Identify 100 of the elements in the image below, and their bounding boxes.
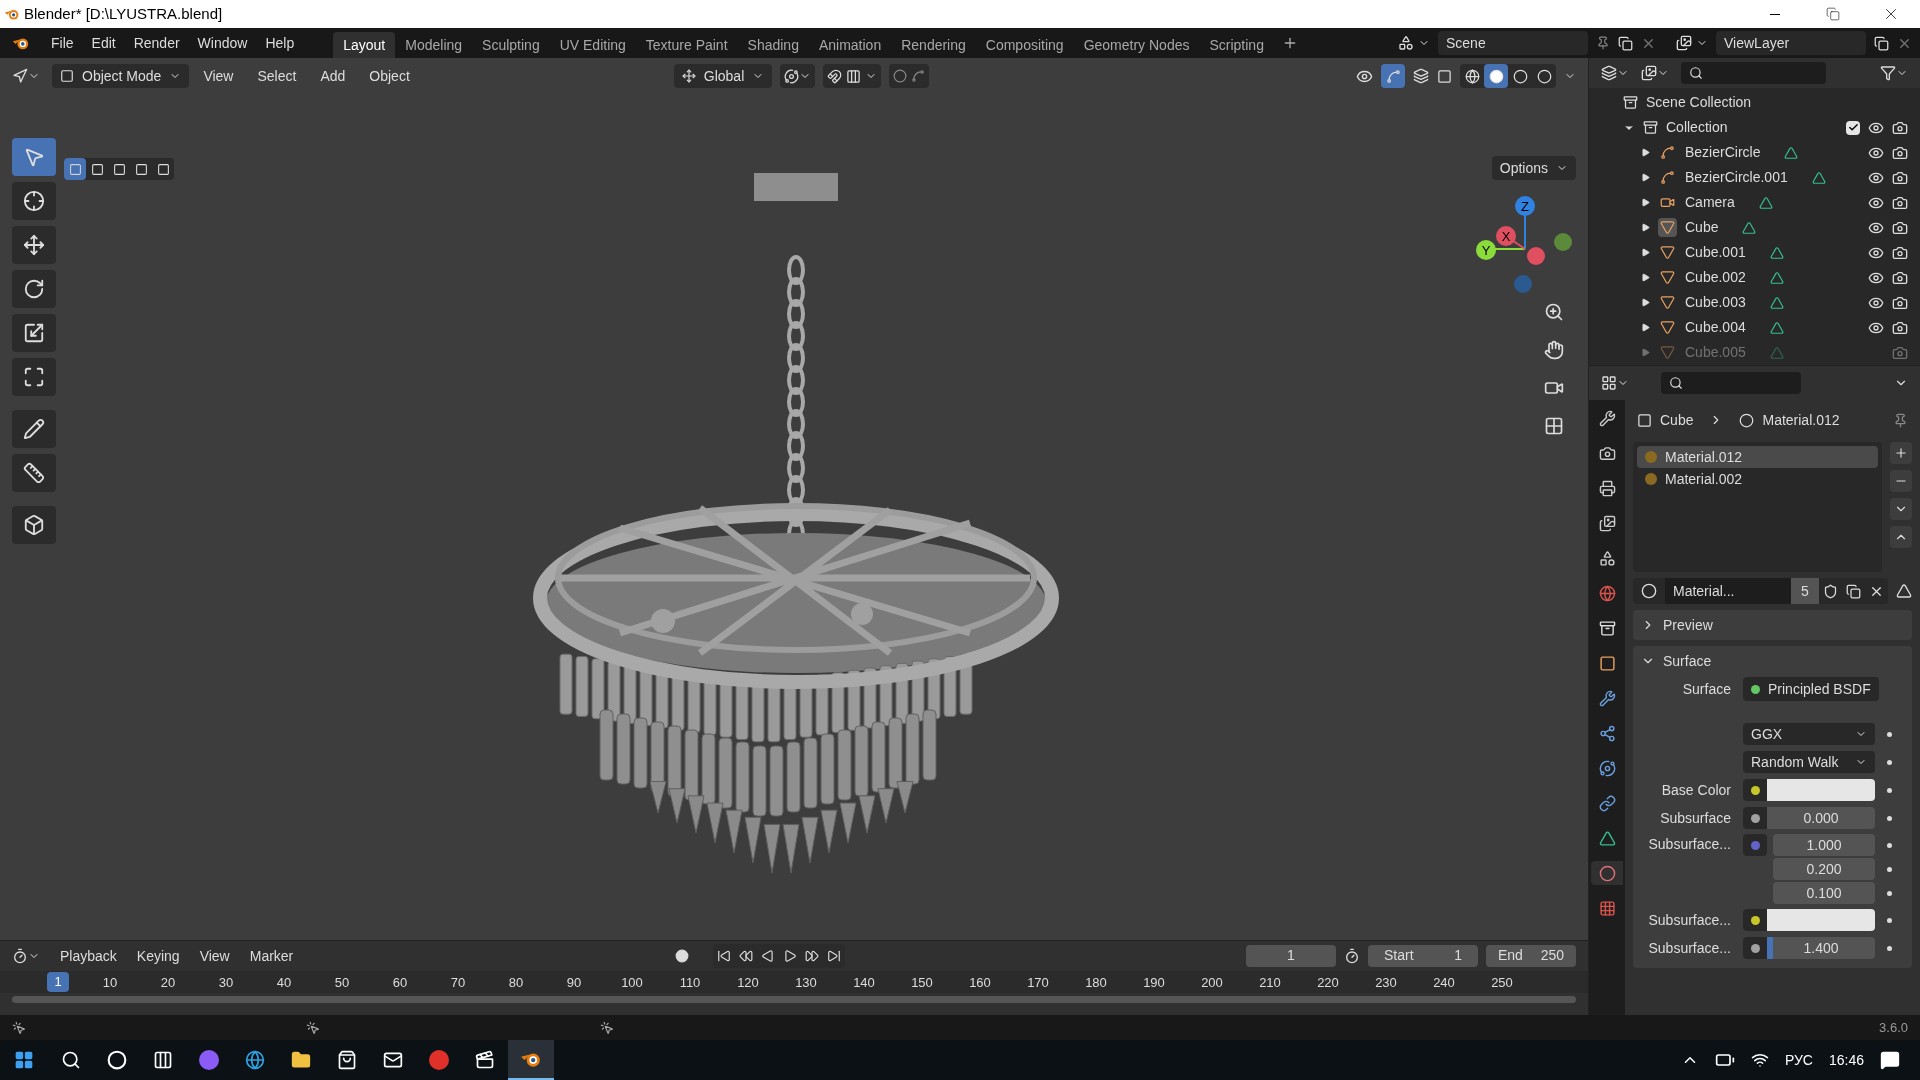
tool-button[interactable] xyxy=(12,226,56,264)
folder-icon[interactable] xyxy=(291,1050,311,1070)
camera-icon[interactable] xyxy=(1892,244,1908,261)
pivot-icon[interactable] xyxy=(784,68,800,84)
workspace-tab[interactable]: Sculpting xyxy=(472,32,550,58)
filter-layers-icon[interactable] xyxy=(1641,65,1657,81)
tool-button[interactable] xyxy=(12,410,56,448)
checkbox[interactable] xyxy=(1846,120,1860,135)
overlay-icon[interactable] xyxy=(1413,68,1429,84)
camera-icon[interactable] xyxy=(1892,269,1908,286)
browser-app-icon[interactable] xyxy=(245,1050,265,1070)
expand-arrow-icon[interactable] xyxy=(1641,298,1650,307)
snap-target-icon[interactable] xyxy=(846,68,862,84)
pin-icon[interactable] xyxy=(1893,412,1908,428)
workspace-tab[interactable]: Rendering xyxy=(891,32,976,58)
round-app-icon[interactable] xyxy=(429,1050,449,1070)
expand-arrow-icon[interactable] xyxy=(1641,273,1650,282)
tree-item[interactable]: Cube.001 xyxy=(1685,242,1746,263)
material-browse-icon[interactable] xyxy=(1641,583,1657,599)
view-layer-icon[interactable] xyxy=(1676,35,1692,51)
panel-header[interactable]: Preview xyxy=(1633,610,1912,640)
move-up-button[interactable] xyxy=(1890,526,1912,548)
camera-icon[interactable] xyxy=(1892,194,1908,211)
expand-arrow-icon[interactable] xyxy=(1641,248,1650,257)
camera-icon[interactable] xyxy=(1892,319,1908,336)
menu-item[interactable]: View xyxy=(193,64,244,88)
proportional-edit-icon[interactable] xyxy=(893,69,908,83)
xray-icon[interactable] xyxy=(1437,68,1452,84)
workspace-tab[interactable]: Compositing xyxy=(975,32,1074,58)
snap-icon[interactable] xyxy=(827,68,843,84)
timeline-scrollbar[interactable] xyxy=(12,996,1576,1003)
menu-item[interactable]: Playback xyxy=(52,944,125,968)
workspace-tab[interactable]: Layout xyxy=(333,32,396,58)
task-view-icon[interactable] xyxy=(153,1050,173,1070)
menu-item[interactable]: Add xyxy=(310,64,356,88)
editor-type-icon[interactable] xyxy=(12,68,28,84)
tree-item[interactable]: Camera xyxy=(1685,192,1735,213)
zoom-icon[interactable] xyxy=(1544,302,1564,322)
tree-item[interactable]: Cube xyxy=(1685,217,1719,238)
tree-item[interactable]: Cube.003 xyxy=(1685,292,1746,313)
search-field[interactable] xyxy=(1661,372,1801,394)
tool-button[interactable] xyxy=(12,182,56,220)
pin-icon[interactable] xyxy=(1596,36,1610,50)
material-name-field[interactable]: Material... xyxy=(1665,578,1791,604)
language-indicator[interactable]: РУС xyxy=(1784,1049,1813,1071)
hand-icon[interactable] xyxy=(1544,340,1564,360)
workspace-tab[interactable]: Geometry Nodes xyxy=(1073,32,1200,58)
mode-dropdown[interactable]: Object Mode xyxy=(52,64,190,88)
falloff-icon[interactable] xyxy=(911,69,926,83)
camera-icon[interactable] xyxy=(1892,294,1908,311)
tree-item[interactable]: Scene Collection xyxy=(1646,92,1752,113)
cortana-icon[interactable] xyxy=(107,1050,127,1070)
current-frame-field[interactable]: 1 xyxy=(1246,945,1336,967)
assistant-app-icon[interactable] xyxy=(199,1050,219,1070)
tool-button[interactable] xyxy=(12,270,56,308)
camera-icon[interactable] xyxy=(1892,219,1908,236)
camera-icon[interactable] xyxy=(1892,144,1908,161)
axis-gizmo[interactable]: Z X Y xyxy=(1470,194,1580,304)
tool-button[interactable] xyxy=(12,314,56,352)
play-reverse-icon[interactable] xyxy=(761,949,776,963)
duplicate-icon[interactable] xyxy=(1618,35,1633,51)
tool-button[interactable] xyxy=(12,454,56,492)
jump-end-icon[interactable] xyxy=(827,949,842,963)
duplicate-icon[interactable] xyxy=(1874,35,1889,51)
active-taskbar-button[interactable] xyxy=(508,1040,554,1080)
view-layer-field[interactable]: ViewLayer xyxy=(1716,31,1866,55)
tree-item[interactable]: Cube.002 xyxy=(1685,267,1746,288)
options-dropdown[interactable]: Options xyxy=(1491,156,1576,180)
expand-arrow-icon[interactable] xyxy=(1641,223,1650,232)
gizmo-toggle[interactable] xyxy=(1381,64,1405,88)
timer-icon[interactable] xyxy=(1344,948,1360,964)
number-field[interactable]: 0.200 xyxy=(1773,858,1875,880)
notification-icon[interactable] xyxy=(1880,1050,1900,1070)
color-swatch[interactable] xyxy=(1767,909,1875,931)
user-count[interactable]: 5 xyxy=(1791,578,1819,604)
menu-item[interactable]: Marker xyxy=(241,944,302,968)
menu-item[interactable]: Edit xyxy=(82,28,125,58)
menu-item[interactable]: Select xyxy=(247,64,307,88)
remove-slot-button[interactable] xyxy=(1890,470,1912,492)
menu-item[interactable]: Keying xyxy=(128,944,188,968)
menu-item[interactable]: View xyxy=(191,944,238,968)
tree-item[interactable]: BezierCircle.001 xyxy=(1685,167,1788,188)
dropdown[interactable]: Random Walk xyxy=(1743,751,1875,773)
display-mode-icon[interactable] xyxy=(1601,65,1617,81)
slot-menu-button[interactable] xyxy=(1890,498,1912,520)
search-field[interactable] xyxy=(1681,62,1826,84)
mail-icon[interactable] xyxy=(383,1050,403,1070)
material-slot[interactable]: Material.002 xyxy=(1637,468,1878,490)
workspace-tab[interactable]: Shading xyxy=(737,32,809,58)
add-slot-button[interactable] xyxy=(1890,442,1912,464)
camera-icon[interactable] xyxy=(1892,169,1908,186)
store-icon[interactable] xyxy=(337,1050,357,1070)
tool-button[interactable] xyxy=(12,358,56,396)
clock[interactable]: 16:46 xyxy=(1828,1049,1864,1071)
workspace-tab[interactable]: Animation xyxy=(808,32,892,58)
number-slider[interactable]: 1.400 xyxy=(1767,937,1875,959)
number-field[interactable]: 1.000 xyxy=(1773,834,1875,856)
tree-item[interactable]: Cube.004 xyxy=(1685,317,1746,338)
expand-arrow-icon[interactable] xyxy=(1641,198,1650,207)
start-icon[interactable] xyxy=(14,1050,34,1070)
